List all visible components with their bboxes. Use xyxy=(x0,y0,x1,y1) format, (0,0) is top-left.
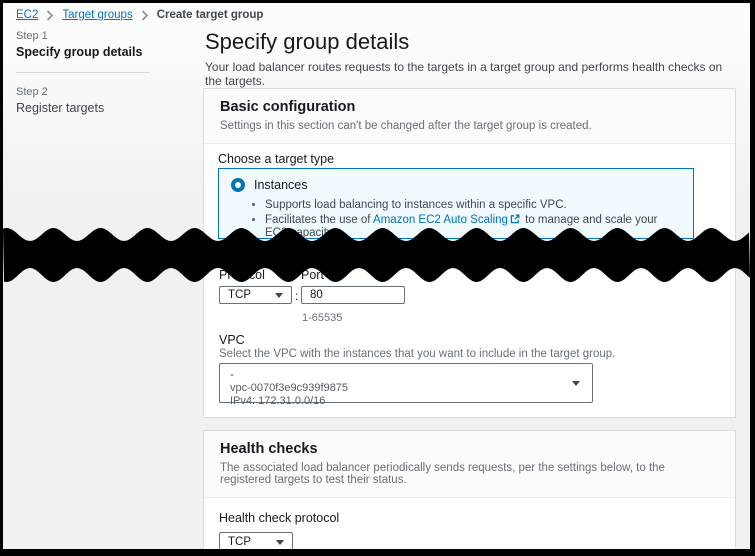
health-checks-title: Health checks xyxy=(220,441,719,457)
target-type-label: Choose a target type xyxy=(218,152,334,166)
port-hint: 1-65535 xyxy=(302,312,342,324)
chevron-down-icon xyxy=(572,381,580,386)
breadcrumb-link-target-groups[interactable]: Target groups xyxy=(62,9,132,21)
instances-option-bullets: Supports load balancing to instances wit… xyxy=(231,199,681,239)
bullet2-prefix: Facilitates the use of xyxy=(265,214,370,226)
vpc-selected-id: vpc-0070f3e9c939f9875 xyxy=(230,382,582,394)
sidenav-divider xyxy=(16,72,150,73)
target-type-instances-tile[interactable]: Instances Supports load balancing to ins… xyxy=(218,168,694,239)
port-input[interactable] xyxy=(301,286,405,304)
vpc-label: VPC xyxy=(219,333,245,347)
page-subtitle: Your load balancer routes requests to th… xyxy=(205,60,739,88)
protocol-port-separator: : xyxy=(295,289,298,303)
app-window: EC2 Target groups Create target group St… xyxy=(0,0,755,556)
instances-bullet-1: Supports load balancing to instances wit… xyxy=(265,199,681,211)
step2-label: Step 2 xyxy=(16,86,186,98)
instances-bullet-2: Facilitates the use of Amazon EC2 Auto S… xyxy=(265,214,681,239)
basic-configuration-panel: Basic configuration Settings in this sec… xyxy=(203,88,736,418)
basic-configuration-header: Basic configuration Settings in this sec… xyxy=(204,89,735,144)
health-check-protocol-label: Health check protocol xyxy=(219,511,720,525)
breadcrumb: EC2 Target groups Create target group xyxy=(16,9,263,21)
step1-label: Step 1 xyxy=(16,30,186,42)
radio-selected-icon[interactable] xyxy=(231,178,245,192)
health-checks-panel: Health checks The associated load balanc… xyxy=(203,430,736,556)
protocol-label: Protocol xyxy=(219,268,265,282)
vpc-description: Select the VPC with the instances that y… xyxy=(219,348,615,360)
breadcrumb-link-ec2[interactable]: EC2 xyxy=(16,9,38,21)
vpc-select[interactable]: - vpc-0070f3e9c939f9875 IPv4: 172.31.0.0… xyxy=(219,363,593,403)
health-checks-description: The associated load balancer periodicall… xyxy=(220,462,719,486)
vpc-selected-name: - xyxy=(230,367,582,381)
health-checks-body: Health check protocol TCP xyxy=(204,498,735,556)
health-check-protocol-select[interactable]: TCP xyxy=(219,532,293,552)
health-check-protocol-value: TCP xyxy=(228,536,251,548)
sidebar-item-specify-group-details: Specify group details xyxy=(16,45,186,59)
protocol-select-value: TCP xyxy=(228,289,251,301)
ec2-auto-scaling-link[interactable]: Amazon EC2 Auto Scaling xyxy=(373,214,508,226)
instances-option-label: Instances xyxy=(254,178,308,192)
chevron-right-icon xyxy=(141,10,149,21)
sidebar-item-register-targets: Register targets xyxy=(16,101,186,115)
chevron-down-icon xyxy=(276,540,284,545)
page-title: Specify group details xyxy=(205,29,409,55)
port-label: Port xyxy=(301,268,324,282)
vpc-selected-cidr: IPv4: 172.31.0.0/16 xyxy=(230,395,582,407)
chevron-right-icon xyxy=(46,10,54,21)
wizard-steps-nav: Step 1 Specify group details Step 2 Regi… xyxy=(16,30,186,115)
basic-configuration-description: Settings in this section can't be change… xyxy=(220,120,719,132)
health-checks-header: Health checks The associated load balanc… xyxy=(204,431,735,498)
breadcrumb-current: Create target group xyxy=(157,9,264,21)
external-link-icon[interactable] xyxy=(510,214,520,227)
basic-configuration-title: Basic configuration xyxy=(220,99,719,115)
chevron-down-icon xyxy=(275,293,283,298)
protocol-select[interactable]: TCP xyxy=(219,286,292,304)
